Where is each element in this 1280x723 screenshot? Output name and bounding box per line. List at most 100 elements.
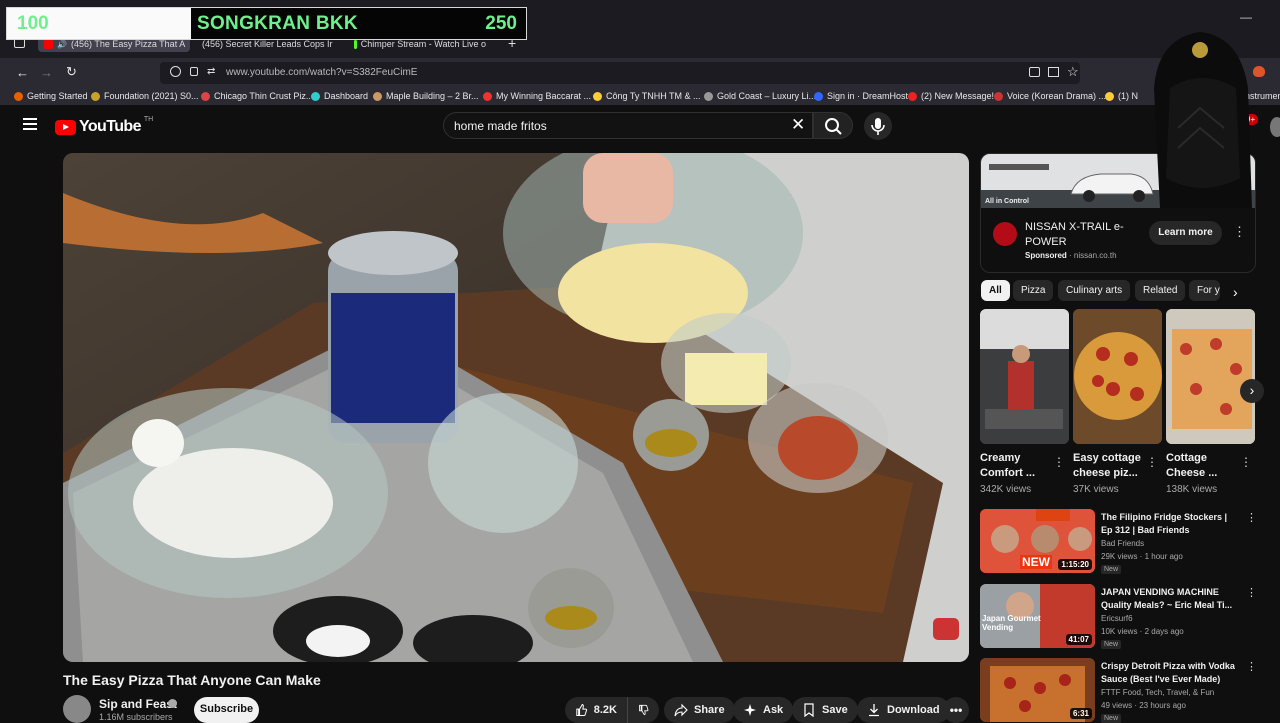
video-title[interactable]: The Filipino Fridge Stockers | Ep 312 | … — [1101, 511, 1241, 537]
shorts-next-button[interactable]: › — [1240, 379, 1264, 403]
search-input[interactable]: home made fritos — [443, 112, 813, 139]
bookmark-item[interactable]: Sign in · DreamHost — [814, 91, 908, 101]
chip-for-you[interactable]: For y — [1189, 280, 1220, 301]
short-title[interactable]: Creamy Comfort ... — [980, 451, 1050, 481]
video-title[interactable]: Crispy Detroit Pizza with Vodka Sauce (B… — [1101, 660, 1241, 686]
short-title[interactable]: Cottage Cheese ... — [1166, 451, 1232, 481]
bookmark-item[interactable]: Maple Building – 2 Br... — [373, 91, 479, 101]
learn-more-button[interactable]: Learn more — [1149, 221, 1222, 245]
url-text[interactable]: www.youtube.com/watch?v=S382FeuCimE — [226, 67, 417, 78]
sponsored-label: Sponsored — [1025, 251, 1067, 260]
search-button[interactable] — [813, 112, 853, 139]
reader-view-icon[interactable] — [1048, 67, 1059, 77]
chevron-right-icon: › — [1249, 382, 1255, 398]
video-player[interactable] — [63, 153, 969, 662]
video-title: The Easy Pizza That Anyone Can Make — [63, 672, 321, 688]
channel-name[interactable]: Sip and Feast — [99, 697, 177, 711]
short-views: 37K views — [1073, 484, 1119, 495]
bookmark-item[interactable]: Công Ty TNHH TM & ... — [593, 91, 701, 101]
lock-icon[interactable] — [190, 67, 198, 76]
youtube-logo[interactable]: YouTube TH — [55, 116, 153, 136]
dislike-button[interactable] — [627, 697, 659, 723]
channel-name[interactable]: Bad Friends — [1101, 539, 1144, 548]
tracking-shield-icon[interactable] — [170, 66, 181, 77]
more-vertical-icon[interactable]: ⋮ — [1246, 511, 1257, 524]
channel-avatar[interactable] — [63, 695, 91, 723]
bookmark-label: Voice (Korean Drama) ... — [1007, 91, 1107, 101]
bookmark-label: Sign in · DreamHost — [827, 91, 909, 101]
speaker-icon[interactable]: 🔊 — [57, 40, 67, 49]
nissan-logo-icon — [993, 222, 1017, 246]
video-meta: 10K views · 2 days ago — [1101, 627, 1184, 636]
video-duration: 6:31 — [1069, 708, 1092, 719]
short-thumbnail[interactable] — [980, 309, 1069, 444]
bookmark-item[interactable]: Chicago Thin Crust Piz... — [201, 91, 313, 101]
overlay-left-score: 100 — [7, 8, 191, 39]
list-item[interactable]: NEW 1:15:20 The Filipino Fridge Stockers… — [980, 509, 1257, 574]
short-thumbnail[interactable] — [1166, 309, 1255, 444]
thumbnail-new-text: NEW — [1020, 555, 1052, 569]
chevron-right-icon[interactable]: › — [1233, 284, 1238, 300]
bookmark-item[interactable]: (2) New Message! — [908, 91, 994, 101]
reload-icon[interactable]: ↻ — [66, 65, 77, 79]
more-vertical-icon[interactable]: ⋮ — [1146, 455, 1158, 469]
save-button[interactable]: Save — [792, 697, 858, 723]
thumbs-down-icon — [639, 704, 649, 716]
bookmark-item[interactable]: Voice (Korean Drama) ... — [994, 91, 1106, 101]
minimize-icon[interactable]: — — [1240, 10, 1252, 24]
voice-search-button[interactable] — [864, 112, 892, 140]
hamburger-menu-icon[interactable] — [23, 118, 37, 130]
avatar[interactable] — [1270, 117, 1280, 137]
ask-button[interactable]: Ask — [733, 697, 794, 723]
more-actions-button[interactable]: ••• — [943, 697, 969, 723]
bookmark-star-icon[interactable]: ☆ — [1067, 65, 1079, 79]
download-button[interactable]: Download — [857, 697, 950, 723]
video-thumbnail[interactable]: Japan Gourmet Vending 41:07 — [980, 584, 1095, 648]
bookmark-item[interactable]: Foundation (2021) S0... — [91, 91, 199, 101]
list-item[interactable]: Japan Gourmet Vending 41:07 JAPAN VENDIN… — [980, 584, 1257, 649]
more-vertical-icon[interactable]: ⋮ — [1053, 455, 1065, 469]
short-views: 138K views — [1166, 484, 1218, 495]
bookmark-item[interactable]: My Winning Baccarat ... — [483, 91, 591, 101]
tab-label: (456) Secret Killer Leads Cops Ir — [202, 39, 333, 49]
ad-title[interactable]: NISSAN X-TRAIL e-POWER — [1025, 220, 1135, 250]
like-button[interactable]: 8.2K — [565, 697, 627, 723]
bookmark-item[interactable]: Gold Coast – Luxury Li... — [704, 91, 816, 101]
video-thumbnail[interactable]: NEW 1:15:20 — [980, 509, 1095, 573]
stream-overlay-scoreboard: 100 SONGKRAN BKK 250 — [6, 7, 527, 40]
more-vertical-icon[interactable]: ⋮ — [1233, 224, 1246, 240]
share-button[interactable]: Share — [664, 697, 735, 723]
more-vertical-icon[interactable]: ⋮ — [1240, 455, 1252, 469]
back-arrow-icon[interactable]: ← — [16, 66, 29, 80]
bookmark-favicon-icon — [91, 91, 100, 101]
bookmark-favicon-icon — [908, 91, 917, 101]
bookmark-item[interactable]: Dashboard — [311, 91, 368, 101]
chip-all[interactable]: All — [981, 280, 1010, 301]
subscribe-button[interactable]: Subscribe — [194, 697, 259, 723]
chip-related[interactable]: Related — [1135, 280, 1186, 301]
bookmark-label: Getting Started — [27, 91, 88, 101]
short-thumbnail[interactable] — [1073, 309, 1162, 444]
clear-search-icon[interactable]: ✕ — [791, 115, 805, 135]
overlay-right-score: 250 — [485, 13, 517, 34]
bookmark-item[interactable]: (1) N — [1105, 91, 1138, 101]
subscriber-count: 1.16M subscribers — [99, 712, 173, 722]
chip-culinary-arts[interactable]: Culinary arts — [1058, 280, 1131, 301]
permissions-icon[interactable]: ⇄ — [207, 66, 215, 77]
bookmark-favicon-icon — [201, 91, 210, 101]
screenshot-icon[interactable] — [1029, 67, 1040, 77]
forward-arrow-icon[interactable]: → — [40, 66, 53, 80]
bookmark-label: (1) N — [1118, 91, 1138, 101]
more-vertical-icon[interactable]: ⋮ — [1246, 660, 1257, 673]
short-title[interactable]: Easy cottage cheese piz... — [1073, 451, 1149, 481]
more-vertical-icon[interactable]: ⋮ — [1246, 586, 1257, 599]
video-title[interactable]: JAPAN VENDING MACHINE Quality Meals? ~ E… — [1101, 586, 1241, 612]
ad-image-caption: All in Control — [985, 198, 1029, 205]
channel-name[interactable]: Ericsurf6 — [1101, 614, 1133, 623]
download-icon — [869, 704, 879, 717]
list-item[interactable]: 6:31 Crispy Detroit Pizza with Vodka Sau… — [980, 658, 1257, 723]
bookmark-item[interactable]: Getting Started — [14, 91, 88, 101]
channel-name[interactable]: FTTF Food, Tech, Travel, & Fun — [1101, 688, 1214, 697]
chip-pizza[interactable]: Pizza — [1013, 280, 1054, 301]
video-thumbnail[interactable]: 6:31 — [980, 658, 1095, 722]
